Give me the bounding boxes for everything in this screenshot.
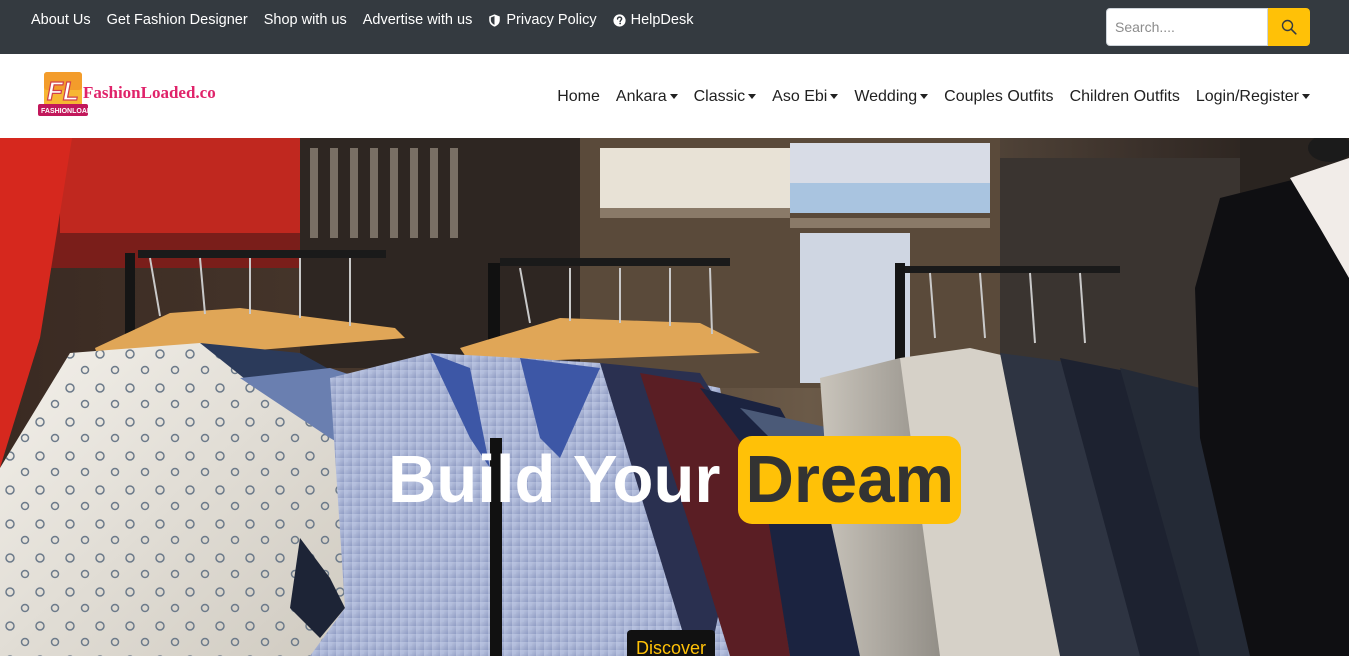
advertise-with-us-label: Advertise with us [362, 12, 473, 28]
caret-down-icon [830, 93, 839, 99]
nav-item-wedding[interactable]: Wedding [846, 87, 936, 107]
get-fashion-designer-label: Get Fashion Designer [106, 12, 248, 28]
caret-down-icon [748, 93, 757, 99]
nav-item-classic[interactable]: Classic [686, 87, 765, 107]
nav-item-ankara[interactable]: Ankara [608, 87, 686, 107]
brand-logo[interactable]: FL FASHIONLOADED FashionLoaded.com [36, 68, 230, 124]
search-form [1106, 8, 1310, 46]
nav-item-aso-ebi[interactable]: Aso Ebi [764, 87, 846, 107]
hero-title: Build Your Dream [0, 436, 1349, 524]
nav-item-children-outfits[interactable]: Children Outfits [1062, 87, 1188, 107]
shield-icon [488, 13, 501, 27]
top-bar: About Us Get Fashion Designer Shop with … [0, 0, 1349, 54]
caret-down-icon [920, 93, 929, 99]
logo-text: FashionLoaded.com [83, 83, 216, 102]
question-circle-icon [613, 13, 626, 27]
hero-banner: Build Your Dream Discover [0, 138, 1349, 656]
nav-item-login-register[interactable]: Login/Register [1188, 87, 1318, 107]
nav-item-label: Login/Register [1195, 88, 1299, 105]
nav-item-label: Couples Outfits [944, 88, 1054, 105]
about-us-link[interactable]: About Us [23, 11, 99, 29]
get-fashion-designer-link[interactable]: Get Fashion Designer [99, 11, 256, 29]
shop-with-us-label: Shop with us [263, 12, 347, 28]
search-input[interactable] [1106, 8, 1268, 46]
search-icon [1281, 19, 1297, 35]
nav-item-label: Classic [693, 88, 746, 105]
nav-item-label: Wedding [854, 88, 918, 105]
search-button[interactable] [1268, 8, 1310, 46]
nav-item-label: Ankara [615, 88, 667, 105]
helpdesk-label: HelpDesk [630, 12, 694, 28]
discover-button[interactable]: Discover [627, 630, 716, 656]
privacy-policy-link[interactable]: Privacy Policy [480, 11, 604, 29]
nav-item-label: Aso Ebi [772, 88, 828, 105]
helpdesk-link[interactable]: HelpDesk [605, 11, 702, 29]
about-us-label: About Us [31, 12, 91, 28]
shop-with-us-link[interactable]: Shop with us [256, 11, 355, 29]
advertise-with-us-link[interactable]: Advertise with us [355, 11, 481, 29]
hero-title-highlight: Dream [738, 436, 962, 524]
nav-item-label: Home [557, 88, 600, 105]
caret-down-icon [1302, 93, 1310, 99]
caret-down-icon [669, 93, 678, 99]
nav-item-label: Children Outfits [1069, 88, 1180, 105]
nav-item-home[interactable]: Home [549, 87, 608, 107]
nav-menu: Home Ankara Classic Aso Ebi Wedding Coup… [549, 87, 1318, 107]
nav-item-couples-outfits[interactable]: Couples Outfits [936, 87, 1061, 107]
privacy-policy-label: Privacy Policy [506, 12, 597, 28]
clothing-store-photo [0, 138, 1349, 656]
top-links: About Us Get Fashion Designer Shop with … [23, 11, 701, 29]
main-navbar: FL FASHIONLOADED FashionLoaded.com Home … [0, 54, 1349, 138]
hero-title-main: Build Your [387, 442, 721, 517]
logo-badge-text: FASHIONLOADED [41, 108, 102, 115]
svg-text:FL: FL [47, 76, 79, 106]
